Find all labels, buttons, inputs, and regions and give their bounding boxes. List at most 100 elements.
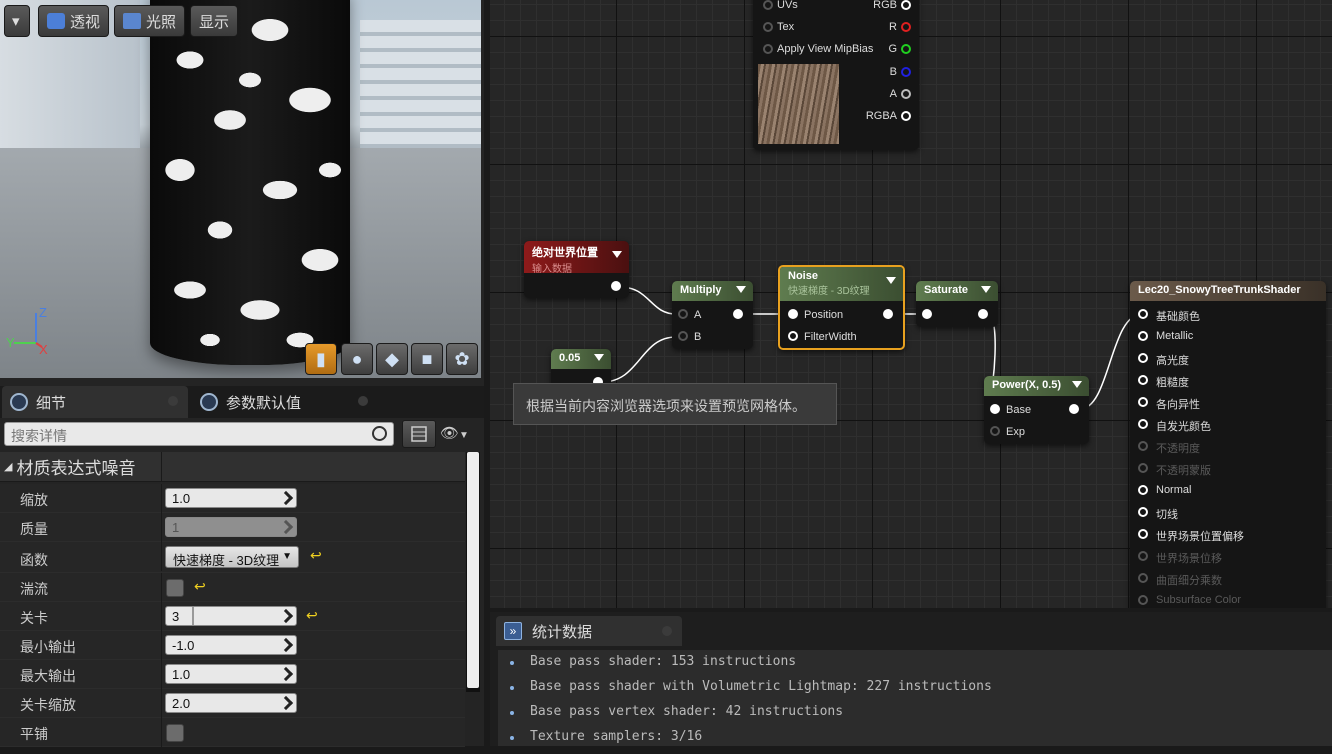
pin-r-dot[interactable] bbox=[901, 22, 911, 32]
pin-mip-dot[interactable] bbox=[763, 44, 773, 54]
output-min-input[interactable]: -1.0 bbox=[165, 635, 297, 655]
pin-position-dot[interactable] bbox=[788, 309, 798, 319]
pin-g-label: G bbox=[888, 43, 897, 55]
texture-sample-node[interactable]: UVs Tex Apply View MipBias RGB R G B A R… bbox=[753, 0, 919, 150]
cylinder-mesh-button[interactable]: ▮ bbox=[305, 343, 337, 375]
pin-a-dot[interactable] bbox=[678, 309, 688, 319]
material-pin-dot[interactable] bbox=[1138, 573, 1148, 583]
prop-row-output-min: 最小输出 -1.0 bbox=[0, 631, 465, 660]
pin-rgba-dot[interactable] bbox=[901, 111, 911, 121]
tab-stats[interactable]: » 统计数据 bbox=[496, 616, 682, 646]
collapse-icon bbox=[736, 286, 746, 293]
close-tab-icon[interactable] bbox=[662, 626, 672, 636]
custom-mesh-button[interactable]: ✿ bbox=[446, 343, 478, 375]
sphere-mesh-button[interactable]: ● bbox=[341, 343, 373, 375]
output-max-value: 1.0 bbox=[172, 667, 191, 682]
output-pin-dot[interactable] bbox=[883, 309, 893, 319]
noise-node[interactable]: Noise 快速梯度 - 3D纹理 Position FilterWidth bbox=[778, 265, 905, 350]
prop-row-scale: 缩放 1.0 bbox=[0, 484, 465, 513]
input-pin-dot[interactable] bbox=[922, 309, 932, 319]
perspective-button[interactable]: 透视 bbox=[38, 5, 110, 37]
absolute-world-position-node[interactable]: 绝对世界位置 输入数据 bbox=[524, 241, 629, 298]
output-max-input[interactable]: 1.0 bbox=[165, 664, 297, 684]
lighting-label: 光照 bbox=[146, 13, 177, 31]
reset-to-default-icon[interactable]: ↩ bbox=[194, 578, 206, 595]
output-pin-dot[interactable] bbox=[733, 309, 743, 319]
material-pin-dot[interactable] bbox=[1138, 331, 1148, 341]
perspective-icon bbox=[47, 13, 65, 29]
stats-line: Base pass vertex shader: 42 instructions bbox=[498, 704, 1332, 729]
pin-exp-dot[interactable] bbox=[990, 426, 1000, 436]
pin-filterwidth-dot[interactable] bbox=[788, 331, 798, 341]
collapse-icon bbox=[981, 286, 991, 293]
material-pin-dot[interactable] bbox=[1138, 397, 1148, 407]
power-node[interactable]: Power(X, 0.5) Base Exp bbox=[984, 376, 1089, 444]
pin-position-label: Position bbox=[804, 309, 844, 321]
material-pin-dot[interactable] bbox=[1138, 485, 1148, 495]
multiply-node[interactable]: Multiply A B bbox=[672, 281, 753, 349]
material-graph-canvas[interactable]: UVs Tex Apply View MipBias RGB R G B A R… bbox=[490, 0, 1332, 608]
output-pin-dot[interactable] bbox=[978, 309, 988, 319]
material-pin-dot[interactable] bbox=[1138, 375, 1148, 385]
viewport-menu-button[interactable]: ▾ bbox=[4, 5, 30, 37]
stats-line: Base pass shader: 153 instructions bbox=[498, 654, 1332, 679]
close-tab-icon[interactable] bbox=[358, 396, 368, 406]
category-material-expression-noise[interactable]: ◢ 材质表达式噪音 bbox=[0, 452, 465, 482]
saturate-node[interactable]: Saturate bbox=[916, 281, 998, 327]
pin-b-dot[interactable] bbox=[901, 67, 911, 77]
column-divider bbox=[161, 718, 162, 747]
cube-mesh-button[interactable]: ■ bbox=[411, 343, 443, 375]
prop-label: 关卡 bbox=[20, 610, 48, 626]
reset-to-default-icon[interactable]: ↩ bbox=[310, 547, 322, 564]
pin-rgb-dot[interactable] bbox=[901, 0, 911, 10]
close-tab-icon[interactable] bbox=[168, 396, 178, 406]
function-dropdown[interactable]: 快速梯度 - 3D纹理 ▼ bbox=[165, 546, 299, 568]
details-scrollbar[interactable] bbox=[466, 452, 480, 692]
lighting-button[interactable]: 光照 bbox=[114, 5, 186, 37]
material-pin-dot[interactable] bbox=[1138, 353, 1148, 363]
material-pin-dot[interactable] bbox=[1138, 463, 1148, 473]
material-pin-dot[interactable] bbox=[1138, 309, 1148, 319]
pin-b-dot[interactable] bbox=[678, 331, 688, 341]
plane-mesh-button[interactable]: ◆ bbox=[376, 343, 408, 375]
material-pin-dot[interactable] bbox=[1138, 441, 1148, 451]
tab-details[interactable]: 细节 bbox=[2, 386, 188, 418]
node-header: Power(X, 0.5) bbox=[984, 376, 1089, 396]
prop-label: 最大输出 bbox=[20, 668, 76, 684]
pin-uvs-dot[interactable] bbox=[763, 0, 773, 10]
material-pin-dot[interactable] bbox=[1138, 419, 1148, 429]
column-divider bbox=[161, 513, 162, 542]
material-pin-dot[interactable] bbox=[1138, 595, 1148, 605]
pin-tex-dot[interactable] bbox=[763, 22, 773, 32]
material-pin-dot[interactable] bbox=[1138, 551, 1148, 561]
material-pin-label: 自发光颜色 bbox=[1156, 421, 1211, 433]
show-button[interactable]: 显示 bbox=[190, 5, 239, 37]
node-subtitle: 输入数据 bbox=[532, 264, 572, 275]
levels-slider-input[interactable]: 3 bbox=[165, 606, 297, 626]
search-details-input[interactable]: 搜索详情 bbox=[4, 422, 394, 446]
chevron-down-icon: ▼ bbox=[459, 430, 469, 441]
scale-input[interactable]: 1.0 bbox=[165, 488, 297, 508]
material-result-node[interactable]: Lec20_SnowyTreeTrunkShader 基础颜色 Metallic 高… bbox=[1130, 281, 1326, 608]
reset-to-default-icon[interactable]: ↩ bbox=[306, 607, 318, 624]
turbulence-checkbox[interactable] bbox=[166, 579, 184, 597]
visibility-options-button[interactable]: 👁▼ bbox=[440, 424, 480, 444]
material-pin-dot[interactable] bbox=[1138, 507, 1148, 517]
pin-base-dot[interactable] bbox=[990, 404, 1000, 414]
material-preview-viewport[interactable]: ▾ 透视 光照 显示 Z Y X ▮ ● ◆ ■ ✿ bbox=[0, 0, 481, 378]
level-scale-input[interactable]: 2.0 bbox=[165, 693, 297, 713]
output-pin-dot[interactable] bbox=[1069, 404, 1079, 414]
material-pin-dot[interactable] bbox=[1138, 529, 1148, 539]
prop-row-output-max: 最大输出 1.0 bbox=[0, 660, 465, 689]
pin-a-dot[interactable] bbox=[901, 89, 911, 99]
property-matrix-button[interactable] bbox=[402, 420, 436, 448]
pin-g-dot[interactable] bbox=[901, 44, 911, 54]
collapse-icon bbox=[886, 277, 896, 284]
eye-icon: 👁 bbox=[440, 425, 460, 442]
scrollbar-thumb[interactable] bbox=[467, 452, 479, 688]
column-divider bbox=[161, 452, 162, 482]
output-pin-dot[interactable] bbox=[611, 281, 621, 291]
tiling-checkbox[interactable] bbox=[166, 724, 184, 742]
tab-parameter-defaults[interactable]: 参数默认值 bbox=[192, 386, 378, 418]
node-title: Saturate bbox=[924, 284, 969, 296]
